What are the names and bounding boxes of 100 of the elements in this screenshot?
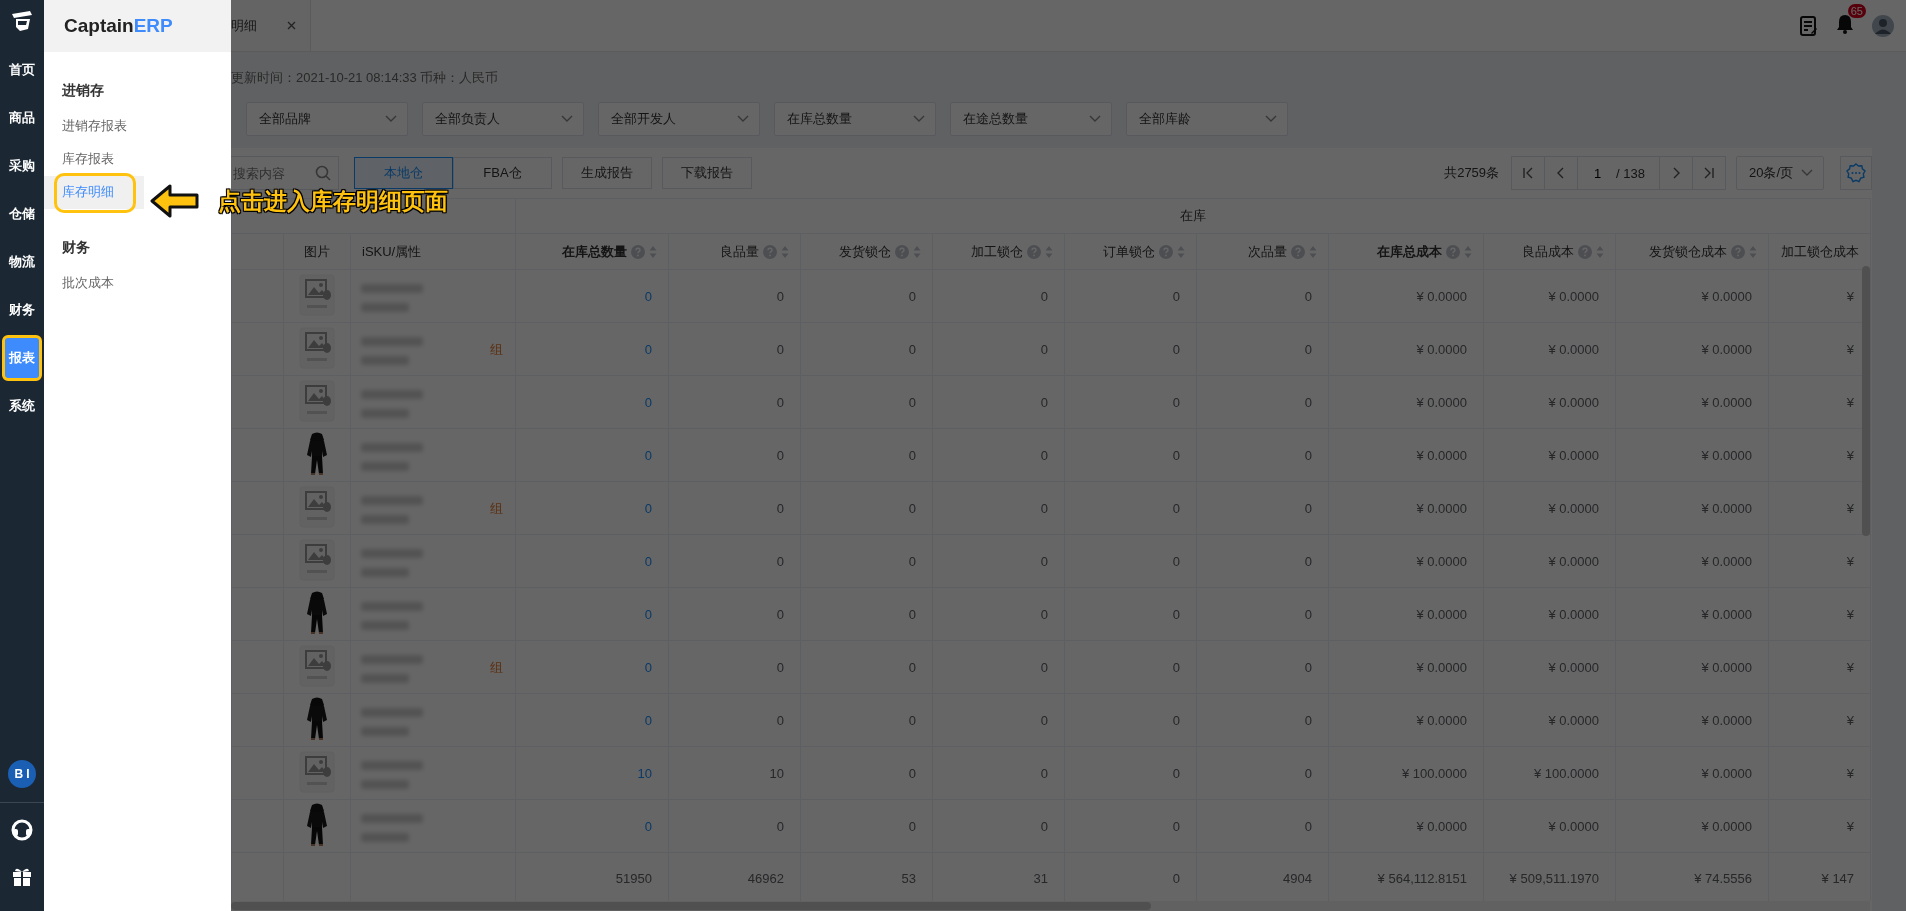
column-header: 良品量 [720, 242, 759, 261]
table-cell: 0 [1196, 640, 1329, 694]
table-cell: 0 [1064, 428, 1197, 482]
column-header: 发货锁仓成本 [1649, 242, 1727, 261]
headset-icon[interactable] [11, 819, 33, 841]
avatar[interactable] [1872, 14, 1894, 37]
table-cell: 0 [932, 746, 1065, 800]
bell-icon[interactable] [1836, 13, 1854, 34]
filter-select[interactable]: 在途总数量 [950, 102, 1112, 136]
group-tag: 组 [490, 341, 503, 359]
table-cell: 0 [1196, 269, 1329, 323]
table-cell[interactable]: 0 [515, 640, 669, 694]
bi-badge[interactable]: BI [8, 760, 36, 788]
warehouse-tab[interactable]: FBA仓 [453, 157, 552, 189]
action-button[interactable]: 生成报告 [562, 157, 652, 189]
filter-select[interactable]: 全部品牌 [246, 102, 408, 136]
help-icon[interactable] [1578, 244, 1592, 259]
table-cell: ¥ 0.0000 [1328, 375, 1484, 429]
table-cell: ¥ 0.0000 [1483, 534, 1616, 588]
sort-icon[interactable] [1596, 244, 1604, 259]
nav-item[interactable]: 物流 [2, 239, 42, 285]
help-icon[interactable] [1731, 244, 1745, 259]
logo-icon[interactable] [10, 10, 34, 32]
filter-select[interactable]: 全部开发人 [598, 102, 760, 136]
column-header: 发货锁仓 [839, 242, 891, 261]
group-tag: 组 [490, 659, 503, 677]
nav-item[interactable]: 商品 [2, 95, 42, 141]
help-icon[interactable] [895, 244, 909, 259]
help-icon[interactable] [1027, 244, 1041, 259]
sort-icon[interactable] [1045, 244, 1053, 259]
menu-item[interactable]: 库存报表 [44, 143, 144, 176]
sort-icon[interactable] [1177, 244, 1185, 259]
table-cell: ¥ [1768, 640, 1871, 694]
table-cell: ¥ 0.0000 [1328, 322, 1484, 376]
sort-icon[interactable] [913, 244, 921, 259]
sort-icon[interactable] [1464, 244, 1472, 259]
warehouse-tab[interactable]: 本地仓 [354, 157, 453, 189]
nav-item[interactable]: 财务 [2, 287, 42, 333]
filter-select[interactable]: 全部负责人 [422, 102, 584, 136]
table-cell[interactable]: 0 [515, 428, 669, 482]
table-cell: ¥ 0.0000 [1483, 322, 1616, 376]
table-cell[interactable]: 10 [515, 746, 669, 800]
table-cell: 0 [1064, 693, 1197, 747]
table-cell[interactable]: 0 [515, 587, 669, 641]
chevron-down-icon [385, 115, 397, 123]
table-cell: ¥ [1768, 746, 1871, 800]
table-cell[interactable]: 0 [515, 534, 669, 588]
table-cell: ¥ 0.0000 [1615, 534, 1769, 588]
filter-select[interactable]: 全部库龄 [1126, 102, 1288, 136]
menu-item[interactable]: 批次成本 [44, 267, 144, 300]
table-cell[interactable]: 0 [515, 375, 669, 429]
table-cell: ¥ 0.0000 [1615, 269, 1769, 323]
close-icon[interactable] [287, 21, 296, 30]
sort-icon[interactable] [1749, 244, 1757, 259]
nav-item[interactable]: 报表 [2, 335, 42, 381]
search-icon[interactable] [315, 165, 331, 181]
column-header: iSKU/属性 [362, 242, 422, 261]
nav-item[interactable]: 仓储 [2, 191, 42, 237]
table-cell: 0 [800, 322, 933, 376]
first-page-icon [1522, 167, 1535, 179]
table-cell[interactable]: 0 [515, 693, 669, 747]
horizontal-scrollbar[interactable] [231, 901, 1870, 911]
action-button[interactable]: 下载报告 [662, 157, 752, 189]
filter-select[interactable]: 在库总数量 [774, 102, 936, 136]
nav-item[interactable]: 首页 [2, 47, 42, 93]
help-icon[interactable] [1446, 244, 1460, 259]
help-icon[interactable] [631, 244, 645, 259]
table-cell: 0 [932, 269, 1065, 323]
clipboard-icon[interactable] [1800, 15, 1818, 36]
table-cell: 0 [932, 322, 1065, 376]
help-icon[interactable] [763, 244, 777, 259]
table-cell: 0 [1196, 587, 1329, 641]
help-icon[interactable] [1291, 244, 1305, 259]
table-cell: 0 [668, 640, 801, 694]
sort-icon[interactable] [649, 244, 657, 259]
table-cell: 0 [668, 534, 801, 588]
help-icon[interactable] [1159, 244, 1173, 259]
table-cell: 0 [668, 269, 801, 323]
table-cell: ¥ 0.0000 [1615, 375, 1769, 429]
table-cell[interactable]: 0 [515, 799, 669, 853]
column-header: 在库总数量 [562, 242, 627, 261]
table-cell: ¥ 0.0000 [1483, 428, 1616, 482]
table-cell: 0 [800, 534, 933, 588]
table-cell[interactable]: 0 [515, 269, 669, 323]
page-size-select[interactable]: 20条/页 [1736, 156, 1824, 190]
menu-section-title: 财务 [61, 239, 91, 257]
sort-icon[interactable] [1309, 244, 1317, 259]
table-cell: 0 [932, 693, 1065, 747]
menu-item[interactable]: 进销存报表 [44, 110, 144, 143]
table-cell: ¥ 0.0000 [1615, 746, 1769, 800]
table-cell[interactable]: 0 [515, 322, 669, 376]
column-header: 加工锁仓 [971, 242, 1023, 261]
nav-item[interactable]: 采购 [2, 143, 42, 189]
page-tab[interactable]: 明细 [231, 0, 311, 51]
sort-icon[interactable] [781, 244, 789, 259]
nav-item[interactable]: 系统 [2, 383, 42, 429]
brand-logo: CaptainERP [44, 0, 231, 52]
table-cell[interactable]: 0 [515, 481, 669, 535]
table-cell: 0 [668, 587, 801, 641]
settings-button[interactable] [1840, 156, 1872, 190]
